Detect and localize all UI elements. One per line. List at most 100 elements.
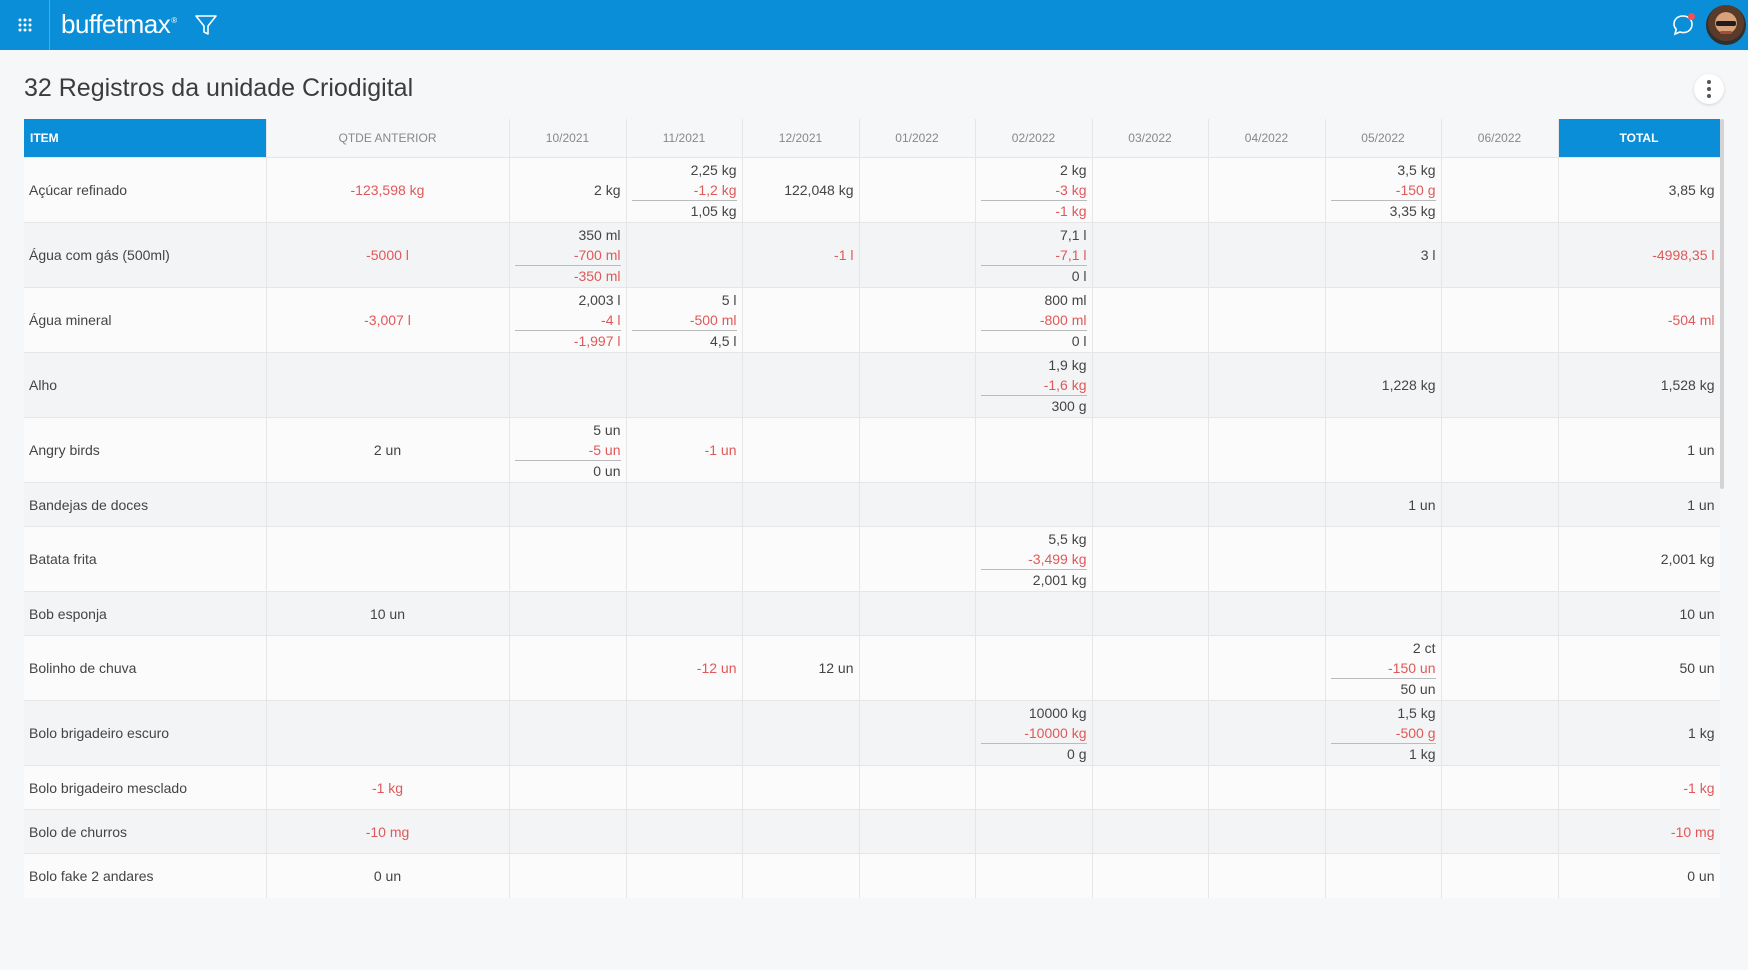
month-cell	[1092, 222, 1209, 288]
movement-out: -1,6 kg	[1043, 376, 1087, 393]
month-cell	[742, 287, 860, 353]
movement-balance: 0 l	[980, 264, 1087, 286]
table-body: Açúcar refinado -123,598 kg 2 kg 2,25 kg -1,…	[24, 157, 1720, 898]
movement-stack: 800 ml -800 ml 0 l	[980, 290, 1087, 351]
month-cell	[742, 417, 860, 483]
table-row[interactable]: Alho 1,9 kg -1,6 kg 300 g 1,228 kg 1,528 kg	[24, 352, 1720, 418]
table-row[interactable]: Bolo fake 2 andares 0 un 0 un	[24, 853, 1720, 898]
month-cell: 3 l	[1325, 222, 1442, 288]
filter-icon[interactable]	[193, 12, 219, 38]
month-cell	[626, 352, 743, 418]
month-cell	[1325, 853, 1442, 898]
movement-balance: 1,05 kg	[631, 199, 737, 221]
column-header-month[interactable]: 12/2021	[742, 119, 860, 158]
table-row[interactable]: Bandejas de doces 1 un 1 un	[24, 482, 1720, 527]
month-cell: 2 kg -3 kg -1 kg	[975, 157, 1093, 223]
table-row[interactable]: Bolo brigadeiro escuro 10000 kg -10000 kg 0…	[24, 700, 1720, 766]
month-cell	[859, 591, 976, 636]
movement-in: 2 kg	[1060, 161, 1087, 178]
movement-stack: 2,25 kg -1,2 kg 1,05 kg	[631, 160, 737, 221]
month-cell	[626, 809, 743, 854]
month-cell: 2,003 l -4 l -1,997 l	[509, 287, 627, 353]
month-cell	[509, 482, 627, 527]
column-header-month[interactable]: 05/2022	[1325, 119, 1442, 158]
month-cell	[1441, 765, 1559, 810]
movement-stack: 350 ml -700 ml -350 ml	[514, 225, 621, 286]
top-bar: buffetmax®	[0, 0, 1748, 50]
table-row[interactable]: Bob esponja 10 un 10 un	[24, 591, 1720, 636]
apps-grid-icon[interactable]	[0, 0, 50, 50]
month-cell	[1441, 482, 1559, 527]
movement-out: -500 g	[1395, 724, 1436, 741]
month-cell: 1,228 kg	[1325, 352, 1442, 418]
table-row[interactable]: Bolo de churros -10 mg -10 mg	[24, 809, 1720, 854]
user-avatar[interactable]	[1706, 5, 1746, 45]
item-name-cell: Bolo fake 2 andares	[24, 853, 267, 898]
total-cell: -1 kg	[1558, 765, 1720, 810]
total-cell: 0 un	[1558, 853, 1720, 898]
month-cell	[509, 591, 627, 636]
table-row[interactable]: Água mineral -3,007 l 2,003 l -4 l -1,997 l 5…	[24, 287, 1720, 353]
month-cell	[1325, 287, 1442, 353]
column-header-month[interactable]: 11/2021	[626, 119, 743, 158]
page-title: 32 Registros da unidade Criodigital	[24, 74, 414, 102]
month-cell: 1,5 kg -500 g1 kg	[1325, 700, 1442, 766]
table-row[interactable]: Água com gás (500ml) -5000 l 350 ml -700 ml…	[24, 222, 1720, 288]
table-row[interactable]: Açúcar refinado -123,598 kg 2 kg 2,25 kg -1,…	[24, 157, 1720, 223]
movement-stack: 1,9 kg -1,6 kg 300 g	[980, 355, 1087, 416]
month-cell	[1208, 157, 1326, 223]
column-header-month[interactable]: 06/2022	[1441, 119, 1559, 158]
month-cell	[1208, 417, 1326, 483]
table-row[interactable]: Angry birds 2 un 5 un -5 un 0 un -1 un 1 un	[24, 417, 1720, 483]
month-cell	[1325, 809, 1442, 854]
month-cell	[1441, 352, 1559, 418]
month-cell	[1441, 417, 1559, 483]
column-header-month[interactable]: 02/2022	[975, 119, 1093, 158]
month-cell	[626, 591, 743, 636]
month-cell	[975, 591, 1093, 636]
table-row[interactable]: Bolo brigadeiro mesclado -1 kg -1 kg	[24, 765, 1720, 810]
month-cell: 10000 kg -10000 kg 0 g	[975, 700, 1093, 766]
month-cell	[1208, 591, 1326, 636]
column-header-prev[interactable]: QTDE ANTERIOR	[266, 119, 510, 158]
table-row[interactable]: Batata frita 5,5 kg -3,499 kg 2,001 kg 2,001…	[24, 526, 1720, 592]
month-cell	[626, 482, 743, 527]
total-cell: -504 ml	[1558, 287, 1720, 353]
item-name-cell: Açúcar refinado	[24, 157, 267, 223]
month-cell	[1325, 765, 1442, 810]
item-name-cell: Angry birds	[24, 417, 267, 483]
month-cell: 12 un	[742, 635, 860, 701]
total-cell: 1 un	[1558, 417, 1720, 483]
month-cell: 2,25 kg -1,2 kg 1,05 kg	[626, 157, 743, 223]
column-header-month[interactable]: 03/2022	[1092, 119, 1209, 158]
column-header-month[interactable]: 10/2021	[509, 119, 627, 158]
movement-out: -800 ml	[1039, 311, 1087, 328]
month-cell	[509, 635, 627, 701]
item-name-cell: Alho	[24, 352, 267, 418]
total-cell: 10 un	[1558, 591, 1720, 636]
month-cell	[1092, 526, 1209, 592]
month-cell: 3,5 kg -150 g 3,35 kg	[1325, 157, 1442, 223]
month-cell: 5 un -5 un 0 un	[509, 417, 627, 483]
table-row[interactable]: Bolinho de chuva -12 un 12 un 2 ct -150 un 50…	[24, 635, 1720, 701]
month-cell	[1325, 591, 1442, 636]
movement-stack: 2,003 l -4 l -1,997 l	[514, 290, 621, 351]
month-cell	[626, 526, 743, 592]
month-cell: -1 un	[626, 417, 743, 483]
month-cell	[1441, 809, 1559, 854]
column-header-month[interactable]: 01/2022	[859, 119, 976, 158]
month-cell	[742, 526, 860, 592]
movement-in: 2,003 l	[578, 291, 621, 308]
month-cell	[1092, 287, 1209, 353]
records-table-wrapper: ITEM QTDE ANTERIOR 10/2021 11/2021 12/20…	[24, 119, 1720, 970]
item-name-cell: Bolo brigadeiro mesclado	[24, 765, 267, 810]
movement-out: -700 ml	[573, 246, 621, 263]
more-vertical-icon[interactable]	[1694, 74, 1724, 104]
column-header-item[interactable]: ITEM	[24, 119, 267, 158]
month-cell	[1092, 700, 1209, 766]
vertical-scrollbar[interactable]	[1720, 119, 1724, 489]
month-cell	[1208, 526, 1326, 592]
column-header-total[interactable]: TOTAL	[1558, 119, 1720, 158]
app-logo[interactable]: buffetmax®	[61, 9, 177, 40]
column-header-month[interactable]: 04/2022	[1208, 119, 1326, 158]
